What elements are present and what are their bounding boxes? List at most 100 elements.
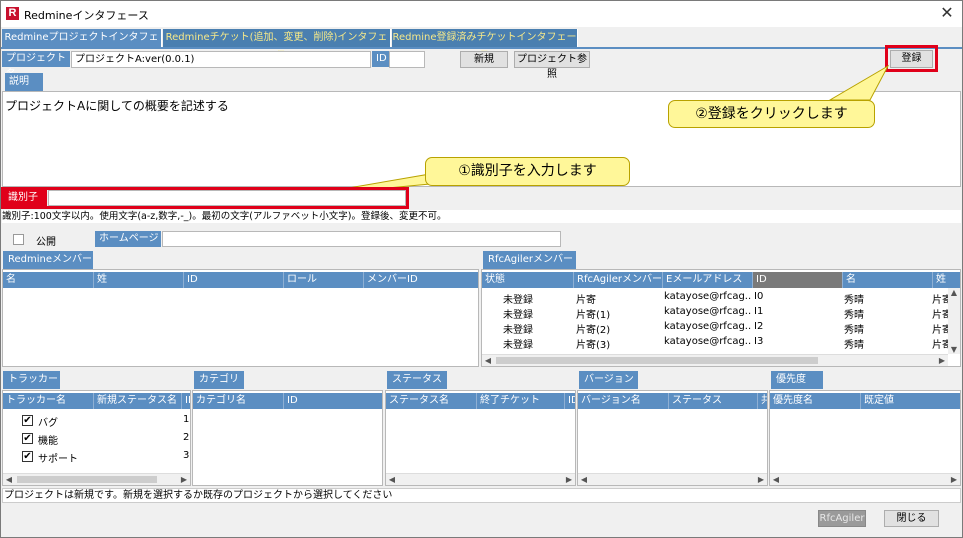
column-header[interactable]: 姓 xyxy=(93,272,183,288)
priority-table[interactable]: 優先度名 既定値 ◀ ▶ xyxy=(769,390,961,486)
cell-email: katayose@rfcag... xyxy=(664,321,751,332)
category-table[interactable]: カテゴリ名 ID xyxy=(192,390,383,486)
tab-tracker[interactable]: トラッカー xyxy=(3,371,60,389)
tracker-row[interactable]: ✔ バグ 1 xyxy=(3,413,190,429)
tracker-id: 3 xyxy=(183,450,190,461)
table-row[interactable]: 未登録 片寄(3) katayose@rfcag... I3 秀晴 片寄 xyxy=(482,336,948,351)
cell-id: I1 xyxy=(754,306,764,317)
scroll-right-icon[interactable]: ▶ xyxy=(948,474,960,485)
column-header[interactable]: 既定値 xyxy=(860,393,948,409)
horizontal-scrollbar[interactable]: ◀ ▶ xyxy=(770,473,960,485)
horizontal-scrollbar[interactable]: ◀ ▶ xyxy=(482,354,948,366)
homepage-input[interactable] xyxy=(162,231,561,247)
project-browse-button[interactable]: プロジェクト参照 xyxy=(514,51,590,80)
scroll-up-icon[interactable]: ▲ xyxy=(948,288,960,297)
column-header[interactable]: カテゴリ名 xyxy=(193,393,283,409)
rfcagiler-button[interactable]: RfcAgiler xyxy=(818,510,866,527)
column-header[interactable]: 名 xyxy=(3,272,93,288)
tracker-name: 機能 xyxy=(38,436,58,447)
column-header[interactable]: ステータス名 xyxy=(386,393,476,409)
identifier-input[interactable] xyxy=(48,190,406,206)
scroll-left-icon[interactable]: ◀ xyxy=(578,474,590,485)
horizontal-scrollbar[interactable]: ◀ ▶ xyxy=(578,473,767,485)
scrollbar-thumb[interactable] xyxy=(496,357,818,364)
description-label: 説明 xyxy=(5,73,43,91)
cell-status: 未登録 xyxy=(503,295,533,306)
cell-email: katayose@rfcag... xyxy=(664,306,751,317)
rfcagiler-members-header: 状態 RfcAgilerメンバー名 Eメールアドレス ID 名 姓 xyxy=(482,272,960,288)
horizontal-scrollbar[interactable]: ◀ ▶ xyxy=(3,473,190,485)
tab-project-interface[interactable]: Redmineプロジェクトインタフェース xyxy=(2,29,162,61)
column-header[interactable]: ID xyxy=(752,272,842,288)
column-header[interactable]: 状態 xyxy=(482,272,573,288)
column-header[interactable]: Eメールアドレス xyxy=(662,272,752,288)
column-header[interactable]: ID xyxy=(183,272,283,288)
tab-rfcagiler-members[interactable]: RfcAgilerメンバー xyxy=(483,251,576,269)
column-header[interactable]: バージョン名 xyxy=(578,393,668,409)
scroll-right-icon[interactable]: ▶ xyxy=(755,474,767,485)
column-header[interactable]: ID xyxy=(564,393,575,409)
column-header[interactable]: 終了チケット xyxy=(476,393,564,409)
version-table[interactable]: バージョン名 ステータス 共 ◀ ▶ xyxy=(577,390,768,486)
tracker-table[interactable]: トラッカー名 新規ステータス名 ID ✔ バグ 1 ✔ 機能 2 ✔ サポート … xyxy=(2,390,191,486)
tracker-checkbox[interactable]: ✔ xyxy=(22,451,33,462)
tab-underline xyxy=(1,47,962,49)
column-header[interactable]: ID xyxy=(181,393,190,409)
new-button[interactable]: 新規 xyxy=(460,51,508,68)
horizontal-scrollbar[interactable]: ◀ ▶ xyxy=(386,473,575,485)
tab-registered-ticket-interface[interactable]: Redmine登録済みチケットインタフェース xyxy=(392,29,578,61)
tab-version[interactable]: バージョン xyxy=(579,371,638,389)
scroll-right-icon[interactable]: ▶ xyxy=(936,355,948,366)
table-row[interactable]: 未登録 片寄(1) katayose@rfcag... I1 秀晴 片寄 xyxy=(482,306,948,321)
column-header[interactable]: 姓 xyxy=(932,272,952,288)
tracker-checkbox[interactable]: ✔ xyxy=(22,433,33,444)
identifier-hint: 識別子:100文字以内。使用文字(a-z,数字,-_)。最初の文字(アルファベッ… xyxy=(2,210,961,223)
tracker-row[interactable]: ✔ 機能 2 xyxy=(3,431,190,447)
scroll-left-icon[interactable]: ◀ xyxy=(770,474,782,485)
column-header[interactable]: ステータス xyxy=(668,393,757,409)
tab-redmine-members[interactable]: Redmineメンバー xyxy=(3,251,93,269)
scroll-left-icon[interactable]: ◀ xyxy=(482,355,494,366)
status-table[interactable]: ステータス名 終了チケット ID ◀ ▶ xyxy=(385,390,576,486)
cell-last-name: 片寄 xyxy=(932,310,948,321)
project-id-field[interactable] xyxy=(389,51,425,68)
column-header[interactable]: トラッカー名 xyxy=(3,393,93,409)
column-header[interactable]: ID xyxy=(283,393,382,409)
table-row[interactable]: 未登録 片寄 katayose@rfcag... I0 秀晴 片寄 xyxy=(482,291,948,306)
public-checkbox[interactable] xyxy=(13,234,24,245)
column-header[interactable]: RfcAgilerメンバー名 xyxy=(573,272,662,288)
rfcagiler-members-table[interactable]: 状態 RfcAgilerメンバー名 Eメールアドレス ID 名 姓 未登録 片寄… xyxy=(481,269,961,367)
tab-priority[interactable]: 優先度 xyxy=(771,371,823,389)
tracker-row[interactable]: ✔ サポート 3 xyxy=(3,449,190,465)
tracker-name: バグ xyxy=(38,418,58,429)
project-name-field[interactable]: プロジェクトA:ver(0.0.1) xyxy=(71,51,371,68)
redmine-members-table[interactable]: 名 姓 ID ロール メンバーID xyxy=(2,269,479,367)
cell-id: I0 xyxy=(754,291,764,302)
scrollbar-thumb[interactable] xyxy=(17,476,157,483)
scroll-down-icon[interactable]: ▼ xyxy=(948,345,960,354)
priority-header: 優先度名 既定値 xyxy=(770,393,960,409)
column-header[interactable]: 共 xyxy=(757,393,767,409)
cell-email: katayose@rfcag... xyxy=(664,336,751,347)
vertical-scrollbar[interactable]: ▲ ▼ xyxy=(948,288,960,354)
cell-status: 未登録 xyxy=(503,340,533,351)
column-header[interactable]: ロール xyxy=(283,272,363,288)
tracker-checkbox[interactable]: ✔ xyxy=(22,415,33,426)
scroll-left-icon[interactable]: ◀ xyxy=(3,474,15,485)
tab-category[interactable]: カテゴリ xyxy=(194,371,244,389)
tab-status[interactable]: ステータス xyxy=(387,371,447,389)
column-header[interactable]: 新規ステータス名 xyxy=(93,393,181,409)
close-icon[interactable]: ✕ xyxy=(936,3,958,23)
column-header[interactable]: 名 xyxy=(842,272,932,288)
cell-id: I3 xyxy=(754,336,764,347)
scroll-left-icon[interactable]: ◀ xyxy=(386,474,398,485)
register-button[interactable]: 登録 xyxy=(890,50,933,68)
table-row[interactable]: 未登録 片寄(2) katayose@rfcag... I2 秀晴 片寄 xyxy=(482,321,948,336)
close-button[interactable]: 閉じる xyxy=(884,510,939,527)
scroll-right-icon[interactable]: ▶ xyxy=(178,474,190,485)
scroll-right-icon[interactable]: ▶ xyxy=(563,474,575,485)
column-header[interactable]: 優先度名 xyxy=(770,393,860,409)
tab-ticket-edit-interface[interactable]: Redmineチケット(追加、変更、削除)インタフェース xyxy=(163,29,391,61)
cell-id: I2 xyxy=(754,321,764,332)
column-header[interactable]: メンバーID xyxy=(363,272,478,288)
